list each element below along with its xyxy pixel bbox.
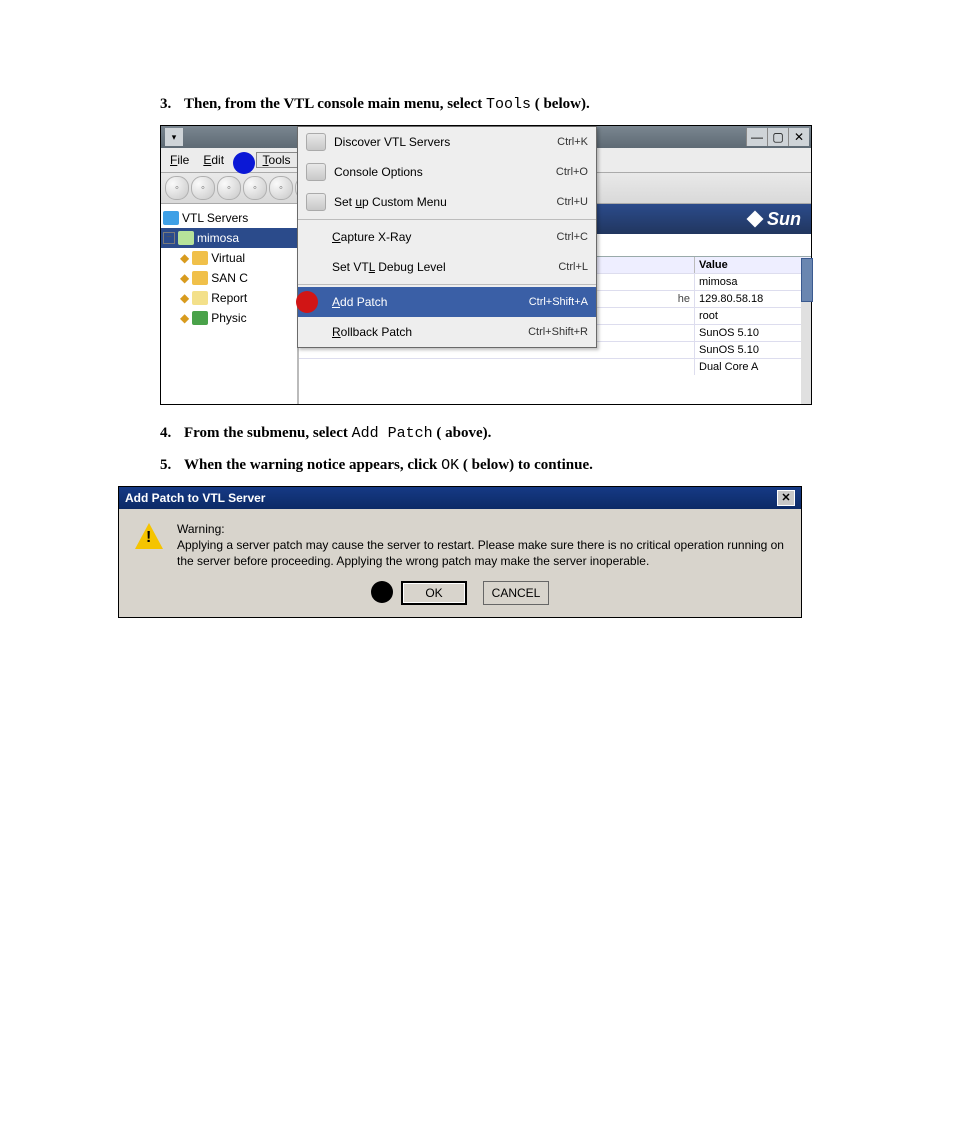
toolbar-button[interactable]: ◦ — [269, 176, 293, 200]
toolbar-button[interactable]: ◦ — [165, 176, 189, 200]
menu-item-icon — [306, 133, 326, 151]
step-number: 4. — [160, 423, 184, 444]
expand-icon: ◆ — [180, 271, 189, 285]
sun-logo-text: Sun — [767, 209, 801, 230]
menu-separator — [298, 219, 596, 220]
cancel-button[interactable]: CANCEL — [483, 581, 549, 605]
collapse-icon[interactable]: − — [163, 232, 175, 244]
menu-tools[interactable]: Tools — [256, 152, 298, 168]
dialog-title: Add Patch to VTL Server — [125, 491, 777, 505]
vtl-console-screenshot: ▾ StorageTek Virtual Tape Library Consol… — [160, 125, 812, 405]
step-number: 5. — [160, 455, 184, 476]
step-text: When the warning notice appears, click O… — [184, 455, 593, 476]
toolbar-button[interactable]: ◦ — [191, 176, 215, 200]
work-area: VTL Servers − mimosa ◆ Virtual ◆ SAN C — [161, 204, 811, 404]
folder-icon — [192, 251, 208, 265]
menu-item-discover[interactable]: Discover VTL Servers Ctrl+K — [298, 127, 596, 157]
menu-item-console-options[interactable]: Console Options Ctrl+O — [298, 157, 596, 187]
ok-button[interactable]: OK — [401, 581, 467, 605]
instruction-step-5: 5. When the warning notice appears, clic… — [160, 455, 834, 476]
tree-root-servers[interactable]: VTL Servers — [161, 208, 297, 228]
tools-dropdown-menu: Discover VTL Servers Ctrl+K Console Opti… — [297, 126, 597, 348]
warning-icon — [135, 521, 163, 570]
menu-item-add-patch[interactable]: Add Patch Ctrl+Shift+A — [298, 287, 596, 317]
menu-item-debug-level[interactable]: Set VTL Debug Level Ctrl+L — [298, 252, 596, 282]
scrollbar[interactable] — [801, 258, 811, 404]
maximize-button[interactable]: ▢ — [767, 128, 788, 146]
tree-item-virtual[interactable]: ◆ Virtual — [161, 248, 297, 268]
callout-marker-red — [296, 291, 318, 313]
tree-item-reports[interactable]: ◆ Report — [161, 288, 297, 308]
step-text: From the submenu, select Add Patch ( abo… — [184, 423, 491, 444]
warning-dialog: Add Patch to VTL Server ✕ Warning: Apply… — [118, 486, 802, 619]
folder-icon — [192, 271, 208, 285]
menu-item-icon — [306, 193, 326, 211]
callout-marker-black — [371, 581, 393, 603]
toolbar-button[interactable]: ◦ — [243, 176, 267, 200]
step-number: 3. — [160, 94, 184, 115]
menu-item-rollback-patch[interactable]: Rollback Patch Ctrl+Shift+R — [298, 317, 596, 347]
tree-host-selected[interactable]: − mimosa — [161, 228, 297, 248]
callout-marker-blue — [233, 152, 255, 174]
menu-view[interactable]: Vi — [231, 152, 255, 168]
menu-edit[interactable]: Edit — [196, 152, 231, 168]
expand-icon: ◆ — [180, 251, 189, 265]
servers-icon — [163, 211, 179, 225]
menu-file[interactable]: File — [163, 152, 196, 168]
minimize-button[interactable]: — — [746, 128, 767, 146]
instruction-step-3: 3. Then, from the VTL console main menu,… — [160, 94, 834, 115]
step-text: Then, from the VTL console main menu, se… — [184, 94, 590, 115]
tree-item-san[interactable]: ◆ SAN C — [161, 268, 297, 288]
close-button[interactable]: ✕ — [788, 128, 809, 146]
system-menu-icon[interactable]: ▾ — [165, 128, 183, 146]
menu-item-xray[interactable]: Capture X-Ray Ctrl+C — [298, 222, 596, 252]
instruction-step-4: 4. From the submenu, select Add Patch ( … — [160, 423, 834, 444]
menu-separator — [298, 284, 596, 285]
dialog-message: Warning: Applying a server patch may cau… — [177, 521, 787, 570]
folder-icon — [192, 311, 208, 325]
menu-item-custom-menu[interactable]: Set up Custom Menu Ctrl+U — [298, 187, 596, 217]
navigation-tree: VTL Servers − mimosa ◆ Virtual ◆ SAN C — [161, 204, 298, 404]
sun-logo-icon — [747, 211, 764, 228]
expand-icon: ◆ — [180, 291, 189, 305]
host-icon — [178, 231, 194, 245]
expand-icon: ◆ — [180, 311, 189, 325]
tree-item-physical[interactable]: ◆ Physic — [161, 308, 297, 328]
dialog-close-button[interactable]: ✕ — [777, 490, 795, 506]
folder-icon — [192, 291, 208, 305]
scrollbar-thumb[interactable] — [801, 258, 813, 302]
dialog-titlebar: Add Patch to VTL Server ✕ — [119, 487, 801, 509]
toolbar-button[interactable]: ◦ — [217, 176, 241, 200]
menu-item-icon — [306, 163, 326, 181]
table-row: Dual Core A — [299, 358, 811, 375]
